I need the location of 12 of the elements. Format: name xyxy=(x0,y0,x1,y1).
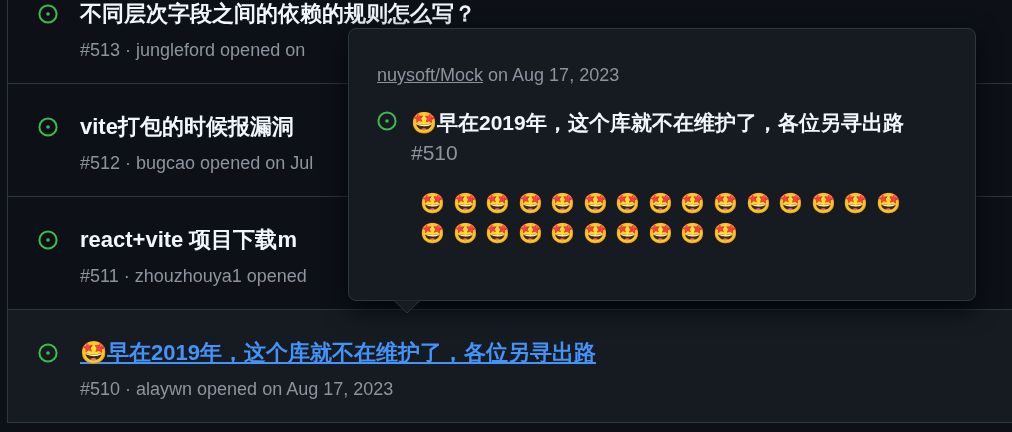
issue-title[interactable]: vite打包的时候报漏洞 xyxy=(80,114,314,140)
issue-title[interactable]: 不同层次字段之间的依赖的规则怎么写？ xyxy=(80,1,476,27)
popover-body: 🤩 🤩 🤩 🤩 🤩 🤩 🤩 🤩 🤩 🤩 🤩 🤩 🤩 🤩 🤩 🤩 🤩 🤩 🤩 🤩 🤩 🤩 🤩 🤩 🤩 xyxy=(420,191,902,246)
repo-link[interactable]: nuysoft/Mock xyxy=(377,65,484,86)
issue-meta: #511 · zhouzhouya1 opened xyxy=(80,266,307,287)
issue-meta: #510 · alaywn opened on Aug 17, 2023 xyxy=(80,379,395,400)
issue-title[interactable]: 🤩早在2019年，这个库就不在维护了，各位另寻出路 xyxy=(80,340,596,366)
popover-title: 🤩早在2019年，这个库就不在维护了，各位另寻出路 #510 xyxy=(411,110,905,166)
issue-title[interactable]: react+vite 项目下载m xyxy=(80,227,307,253)
issue-meta: #512 · bugcao opened on Jul xyxy=(80,153,314,174)
issue-meta: #513 · jungleford opened on xyxy=(80,40,307,61)
popover-date: on Aug 17, 2023 xyxy=(488,65,620,86)
